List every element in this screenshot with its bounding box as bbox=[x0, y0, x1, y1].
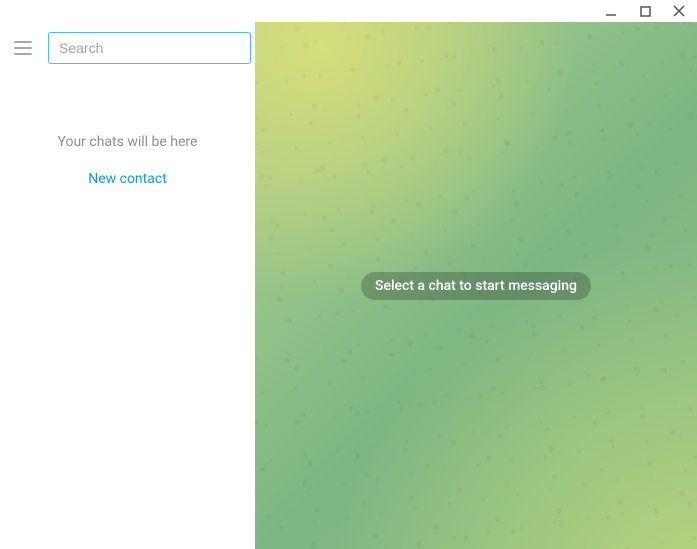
sidebar-body: Your chats will be here New contact bbox=[0, 74, 255, 549]
sidebar-header bbox=[0, 22, 255, 74]
sidebar: Your chats will be here New contact bbox=[0, 22, 255, 549]
app-root: Your chats will be here New contact Sele… bbox=[0, 22, 697, 549]
menu-button[interactable] bbox=[14, 37, 36, 59]
hamburger-icon bbox=[14, 47, 32, 49]
new-contact-link[interactable]: New contact bbox=[88, 171, 167, 187]
hamburger-icon bbox=[14, 41, 32, 43]
chats-empty-text: Your chats will be here bbox=[0, 134, 255, 150]
window-controls bbox=[0, 0, 697, 22]
maximize-icon bbox=[640, 6, 651, 17]
window-close-button[interactable] bbox=[667, 0, 691, 22]
window-minimize-button[interactable] bbox=[599, 0, 623, 22]
window-maximize-button[interactable] bbox=[633, 0, 657, 22]
minimize-icon bbox=[605, 5, 617, 17]
search-input[interactable] bbox=[48, 32, 251, 64]
chat-empty-prompt: Select a chat to start messaging bbox=[361, 272, 591, 300]
chat-area: Select a chat to start messaging bbox=[255, 22, 697, 549]
close-icon bbox=[673, 5, 685, 17]
hamburger-icon bbox=[14, 53, 32, 55]
